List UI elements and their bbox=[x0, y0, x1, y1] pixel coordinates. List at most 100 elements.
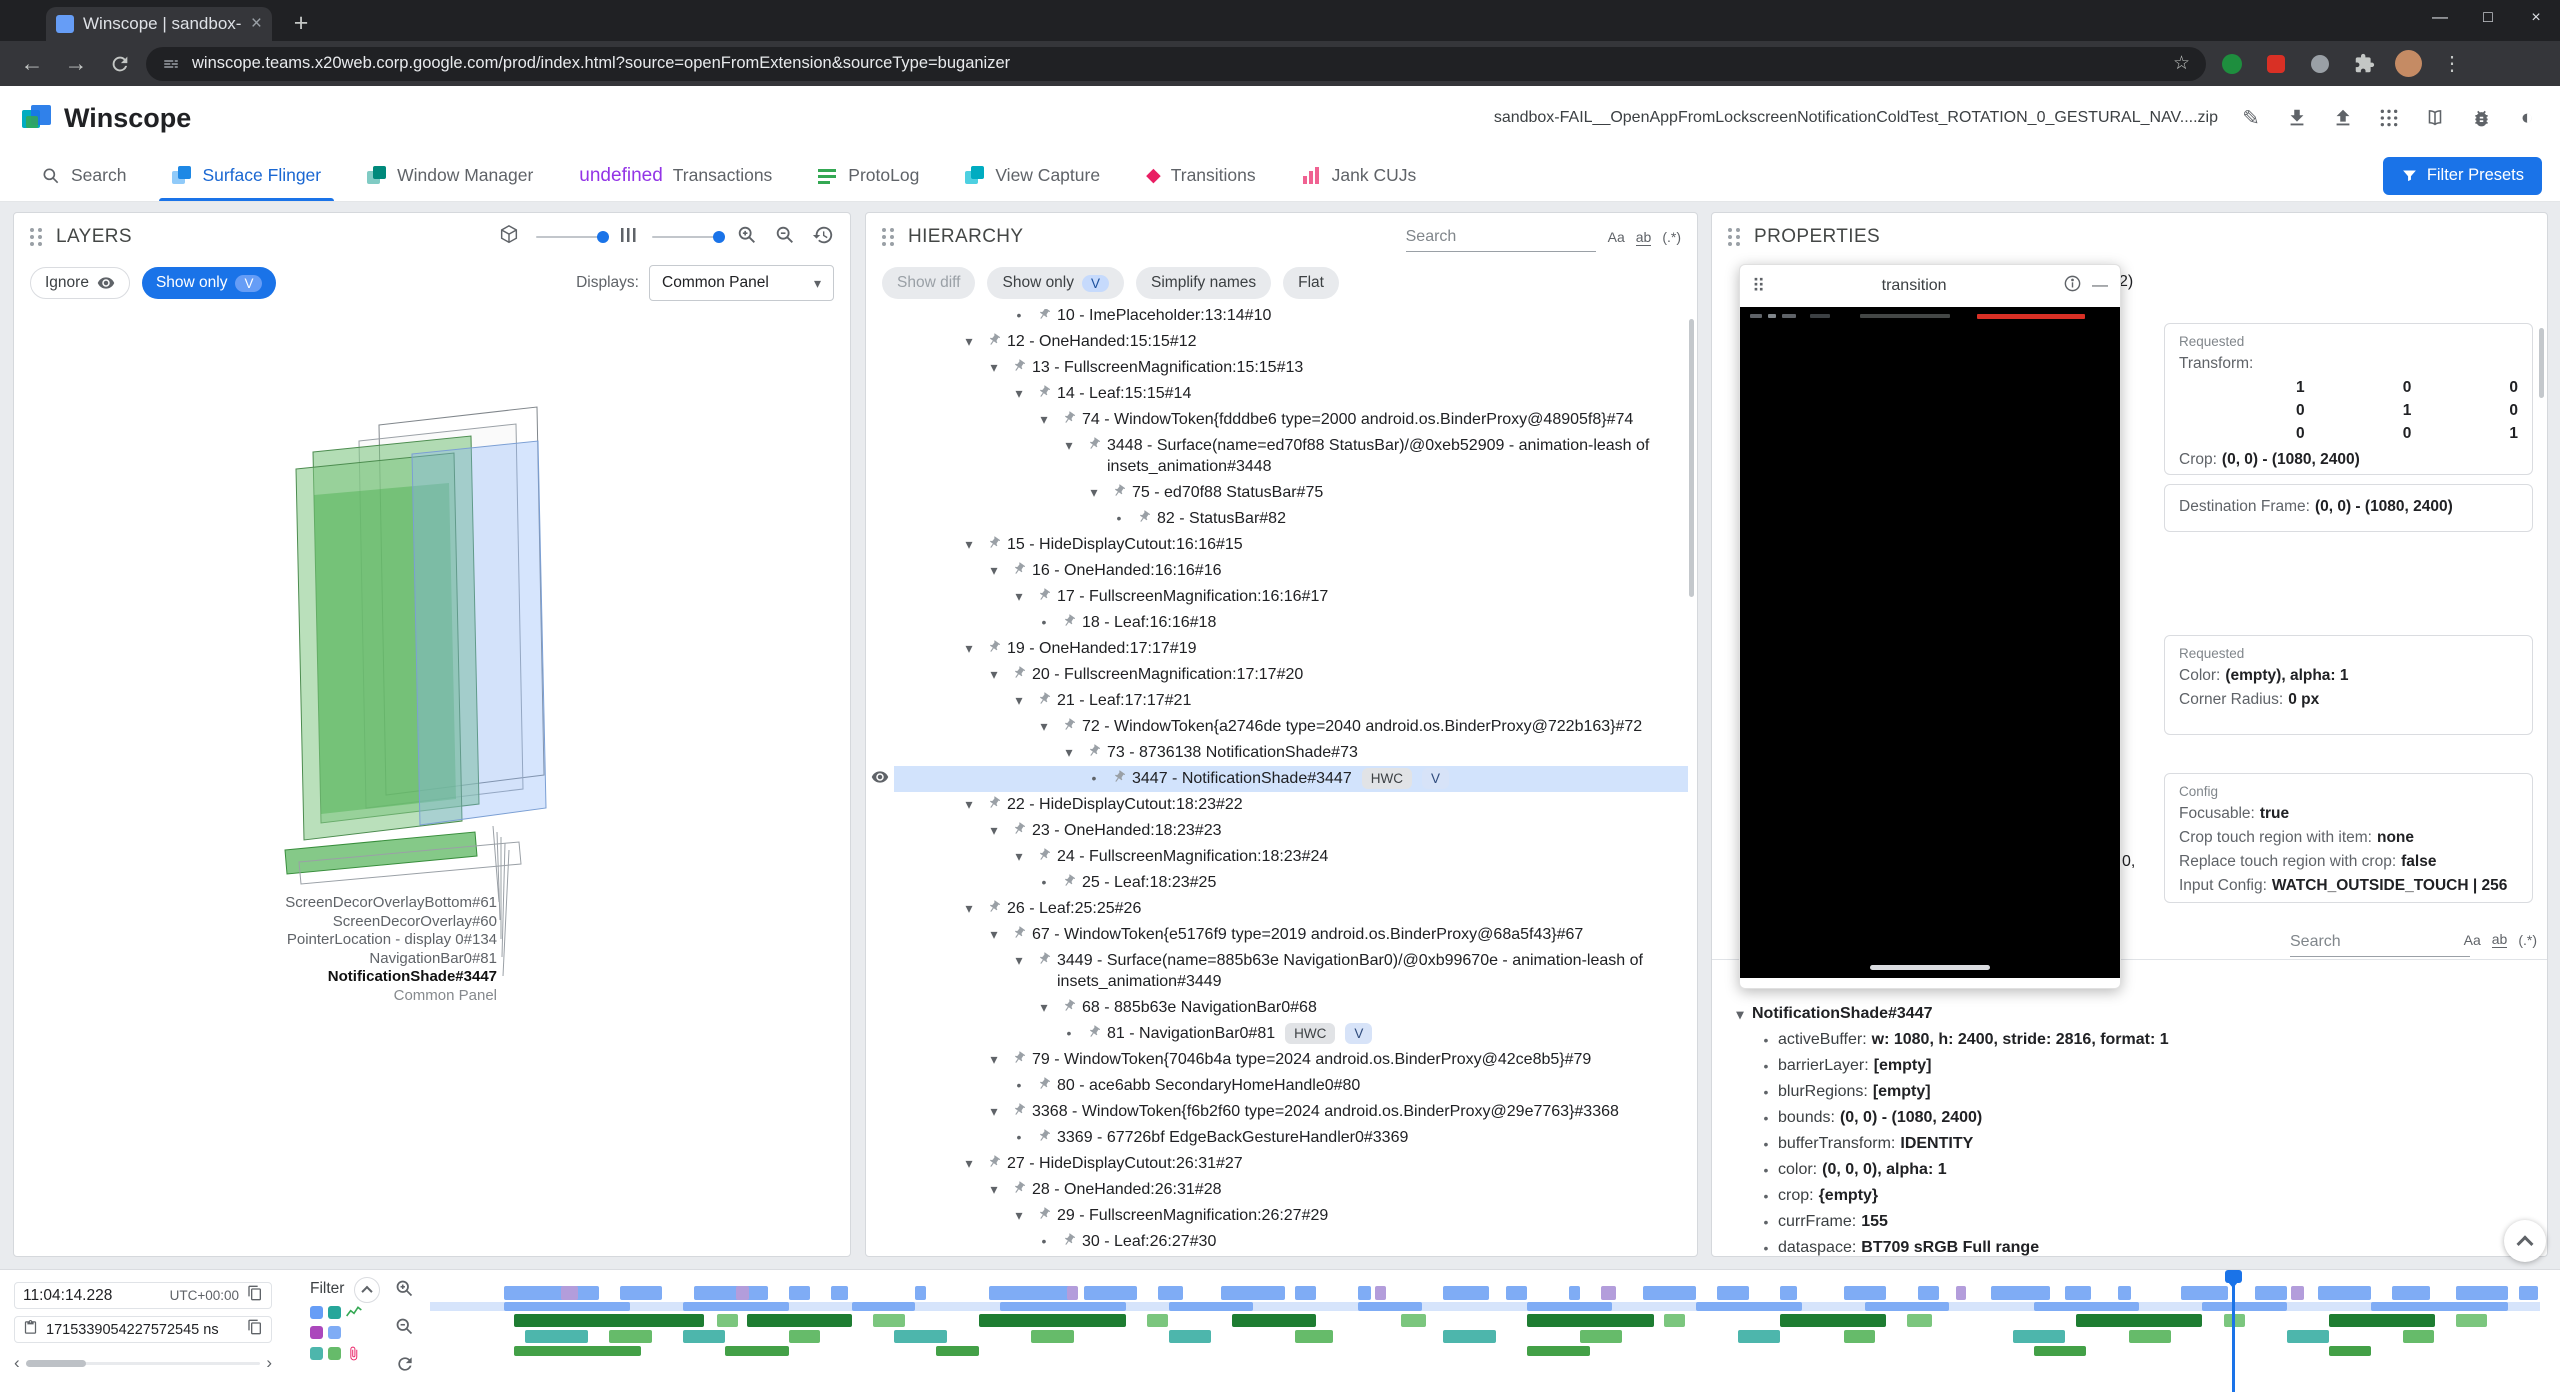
tree-node[interactable]: ▾72 - WindowToken{a2746de type=2040 andr… bbox=[866, 714, 1688, 740]
timeline-zoom-reset-icon[interactable] bbox=[395, 1354, 415, 1379]
pin-icon[interactable] bbox=[1006, 924, 1032, 940]
pin-icon[interactable] bbox=[1006, 1179, 1032, 1195]
scroll-right-icon[interactable]: › bbox=[266, 1353, 272, 1373]
filter-show-diff[interactable]: Show diff bbox=[882, 267, 975, 299]
pin-icon[interactable] bbox=[981, 638, 1007, 654]
extension-red-icon[interactable] bbox=[2258, 46, 2294, 82]
expand-arrow-icon[interactable]: ▾ bbox=[982, 1049, 1006, 1070]
regex-icon[interactable]: (.*) bbox=[1662, 229, 1681, 245]
expand-arrow-icon[interactable]: ▾ bbox=[1007, 950, 1031, 971]
property-row[interactable]: •currFrame:155 bbox=[1712, 1209, 2541, 1235]
layer-label[interactable]: NavigationBar0#81 bbox=[197, 950, 497, 967]
tree-node[interactable]: ▾68 - 885b63e NavigationBar0#68 bbox=[866, 995, 1688, 1021]
tree-node[interactable]: •3447 - NotificationShade#3447HWCV bbox=[866, 766, 1688, 792]
selected-node-title[interactable]: ▾ NotificationShade#3447 bbox=[1712, 1001, 2541, 1027]
scroll-left-icon[interactable]: ‹ bbox=[14, 1353, 20, 1373]
expand-arrow-icon[interactable]: ▾ bbox=[1057, 742, 1081, 763]
tree-node[interactable]: ▾13 - FullscreenMagnification:15:15#13 bbox=[866, 355, 1688, 381]
pin-icon[interactable] bbox=[1031, 1127, 1057, 1143]
expand-arrow-icon[interactable]: ▾ bbox=[1007, 1205, 1031, 1226]
layer-label[interactable]: NotificationShade#3447 bbox=[197, 968, 497, 985]
displays-select[interactable]: Common Panel ▾ bbox=[649, 265, 834, 301]
timeline-zoom-out-icon[interactable] bbox=[394, 1316, 415, 1342]
profile-avatar[interactable] bbox=[2390, 46, 2426, 82]
filter-presets-button[interactable]: Filter Presets bbox=[2383, 157, 2542, 195]
show-only-v-toggle[interactable]: Show only V bbox=[142, 267, 277, 299]
pin-icon[interactable] bbox=[1031, 846, 1057, 862]
expand-arrow-icon[interactable]: ▾ bbox=[1032, 716, 1056, 737]
hierarchy-search-input[interactable]: Search bbox=[1406, 222, 1596, 252]
documentation-book-icon[interactable] bbox=[2422, 105, 2448, 131]
ignore-toggle[interactable]: Ignore bbox=[30, 267, 130, 299]
tree-node[interactable]: ▾20 - FullscreenMagnification:17:17#20 bbox=[866, 662, 1688, 688]
minimize-overlay-icon[interactable]: — bbox=[2092, 277, 2108, 295]
expand-arrow-icon[interactable]: ▾ bbox=[1082, 482, 1106, 503]
layers-3d-canvas[interactable] bbox=[14, 305, 851, 1257]
tree-node[interactable]: ▾22 - HideDisplayCutout:18:23#22 bbox=[866, 792, 1688, 818]
expand-arrow-icon[interactable]: ▾ bbox=[982, 357, 1006, 378]
tab-search[interactable]: Search bbox=[18, 150, 149, 201]
match-word-icon[interactable]: ab bbox=[2492, 931, 2508, 948]
extension-gray-icon[interactable] bbox=[2302, 46, 2338, 82]
tree-node[interactable]: ▾3449 - Surface(name=885b63e NavigationB… bbox=[866, 948, 1688, 995]
window-minimize-icon[interactable]: — bbox=[2416, 0, 2464, 36]
pin-icon[interactable] bbox=[1056, 716, 1082, 732]
pin-icon[interactable] bbox=[981, 534, 1007, 550]
timeline-cursor[interactable] bbox=[2232, 1270, 2235, 1392]
extensions-puzzle-icon[interactable] bbox=[2346, 46, 2382, 82]
tab-transactions[interactable]: undefinedTransactions bbox=[556, 150, 795, 201]
layer-label[interactable]: PointerLocation - display 0#134 bbox=[197, 931, 497, 948]
screenshot-overlay-window[interactable]: ⠿ transition — bbox=[1739, 264, 2121, 989]
bookmark-star-icon[interactable]: ☆ bbox=[2173, 52, 2190, 75]
back-icon[interactable]: ← bbox=[14, 46, 50, 82]
tree-node[interactable]: ▾14 - Leaf:15:15#14 bbox=[866, 381, 1688, 407]
layer-label[interactable]: ScreenDecorOverlayBottom#61 bbox=[197, 894, 497, 911]
pin-icon[interactable] bbox=[1006, 1049, 1032, 1065]
expand-arrow-icon[interactable]: ▾ bbox=[1032, 409, 1056, 430]
expand-arrow-icon[interactable]: ▾ bbox=[982, 664, 1006, 685]
pin-icon[interactable] bbox=[981, 898, 1007, 914]
tab-protolog[interactable]: ProtoLog bbox=[795, 150, 942, 201]
reload-icon[interactable] bbox=[102, 46, 138, 82]
pin-icon[interactable] bbox=[1056, 872, 1082, 888]
expand-arrow-icon[interactable]: ▾ bbox=[957, 331, 981, 352]
pin-icon[interactable] bbox=[1006, 820, 1032, 836]
expand-arrow-icon[interactable]: ▾ bbox=[1007, 690, 1031, 711]
tree-node[interactable]: ▾28 - OneHanded:26:31#28 bbox=[866, 1177, 1688, 1203]
tree-node[interactable]: ▾29 - FullscreenMagnification:26:27#29 bbox=[866, 1203, 1688, 1229]
tree-node[interactable]: ▾3368 - WindowToken{f6b2f60 type=2024 an… bbox=[866, 1099, 1688, 1125]
scrollbar-thumb[interactable] bbox=[26, 1360, 86, 1367]
pin-icon[interactable] bbox=[1031, 950, 1057, 966]
pin-icon[interactable] bbox=[1006, 1101, 1032, 1117]
properties-search-input[interactable]: Search bbox=[2290, 925, 2470, 957]
expand-arrow-icon[interactable]: ▾ bbox=[957, 898, 981, 919]
dark-mode-icon[interactable]: ◐ bbox=[2514, 105, 2540, 131]
drag-dots-icon[interactable]: ⠿ bbox=[1752, 276, 1765, 297]
tree-node[interactable]: ▾67 - WindowToken{e5176f9 type=2019 andr… bbox=[866, 922, 1688, 948]
tree-node[interactable]: ▾17 - FullscreenMagnification:16:16#17 bbox=[866, 584, 1688, 610]
pin-icon[interactable] bbox=[1031, 383, 1057, 399]
pin-icon[interactable] bbox=[1056, 612, 1082, 628]
expand-arrow-icon[interactable]: ▾ bbox=[982, 560, 1006, 581]
apps-grid-icon[interactable] bbox=[2376, 105, 2402, 131]
tree-node[interactable]: •30 - Leaf:26:27#30 bbox=[866, 1229, 1688, 1254]
expand-arrow-icon[interactable]: ▾ bbox=[957, 534, 981, 555]
expand-arrow-icon[interactable]: ▾ bbox=[1007, 383, 1031, 404]
reset-view-icon[interactable] bbox=[812, 224, 834, 251]
pin-icon[interactable] bbox=[1031, 586, 1057, 602]
tree-node[interactable]: ▾27 - HideDisplayCutout:26:31#27 bbox=[866, 1151, 1688, 1177]
tree-node[interactable]: ▾19 - OneHanded:17:17#19 bbox=[866, 636, 1688, 662]
expand-arrow-icon[interactable]: ▾ bbox=[957, 1153, 981, 1174]
3d-view-icon[interactable] bbox=[498, 224, 520, 251]
pin-icon[interactable] bbox=[1031, 1075, 1057, 1091]
tree-node[interactable]: ▾24 - FullscreenMagnification:18:23#24 bbox=[866, 844, 1688, 870]
expand-arrow-icon[interactable]: ▾ bbox=[957, 794, 981, 815]
expand-arrow-icon[interactable]: ▾ bbox=[1728, 1006, 1752, 1023]
expand-arrow-icon[interactable]: ▾ bbox=[957, 638, 981, 659]
expand-arrow-icon[interactable]: ▾ bbox=[982, 924, 1006, 945]
layer-label[interactable]: Common Panel bbox=[197, 987, 497, 1004]
edit-pencil-icon[interactable]: ✎ bbox=[2238, 105, 2264, 131]
tab-close-icon[interactable]: × bbox=[251, 13, 262, 35]
expand-arrow-icon[interactable]: ▾ bbox=[982, 1101, 1006, 1122]
expand-arrow-icon[interactable]: ▾ bbox=[1007, 586, 1031, 607]
